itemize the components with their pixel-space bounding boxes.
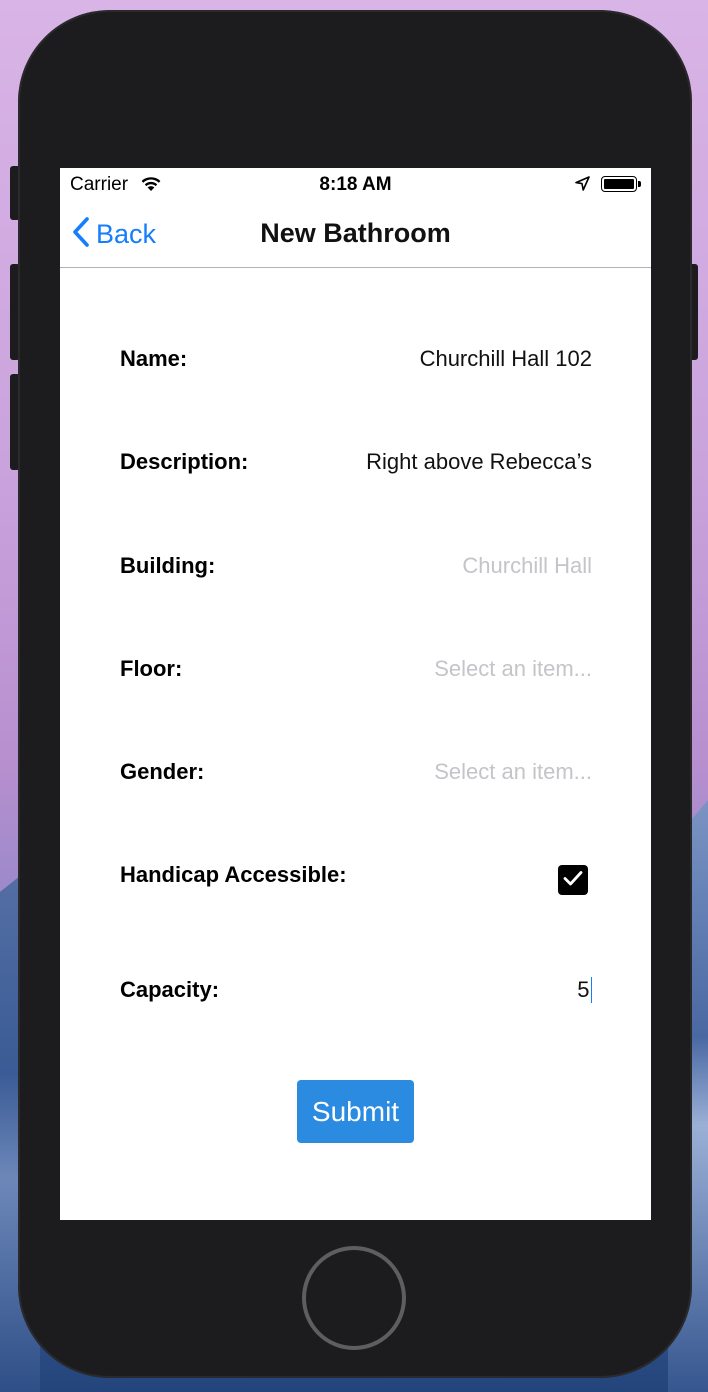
gender-label: Gender: [120, 759, 205, 784]
description-row: Description: Right above Rebecca’s [120, 442, 592, 482]
status-bar: Carrier 8:18 AM [60, 168, 651, 200]
capacity-input[interactable]: 5 [577, 977, 592, 1003]
app-screen: Carrier 8:18 AM Back New Bathroom Name: … [60, 168, 651, 1220]
handicap-label: Handicap Accessible: [120, 862, 347, 887]
floor-row: Floor: Select an item... [120, 649, 592, 689]
building-picker[interactable]: Churchill Hall [462, 553, 592, 579]
status-time: 8:18 AM [319, 174, 392, 195]
home-button[interactable] [302, 1246, 406, 1350]
name-label: Name: [120, 346, 188, 371]
description-input[interactable]: Right above Rebecca’s [366, 449, 592, 475]
gender-row: Gender: Select an item... [120, 752, 592, 792]
floor-picker[interactable]: Select an item... [434, 656, 592, 682]
gender-picker[interactable]: Select an item... [434, 759, 592, 785]
building-label: Building: [120, 553, 216, 578]
text-cursor [590, 977, 592, 1003]
capacity-value: 5 [577, 977, 590, 1002]
handicap-checkbox[interactable] [558, 865, 588, 895]
navigation-bar: Back New Bathroom [60, 200, 651, 268]
handicap-row: Handicap Accessible: [120, 855, 592, 895]
name-row: Name: Churchill Hall 102 [120, 339, 592, 379]
description-label: Description: [120, 449, 249, 474]
location-arrow-icon [575, 175, 590, 197]
floor-label: Floor: [120, 656, 183, 681]
battery-tip [638, 181, 641, 187]
capacity-label: Capacity: [120, 977, 220, 1002]
page-title: New Bathroom [260, 218, 451, 248]
checkmark-icon [563, 870, 583, 891]
building-row: Building: Churchill Hall [120, 546, 592, 586]
battery-icon [601, 176, 637, 192]
capacity-row: Capacity: 5 [120, 970, 592, 1010]
name-input[interactable]: Churchill Hall 102 [420, 346, 592, 372]
submit-button[interactable]: Submit [297, 1080, 414, 1143]
